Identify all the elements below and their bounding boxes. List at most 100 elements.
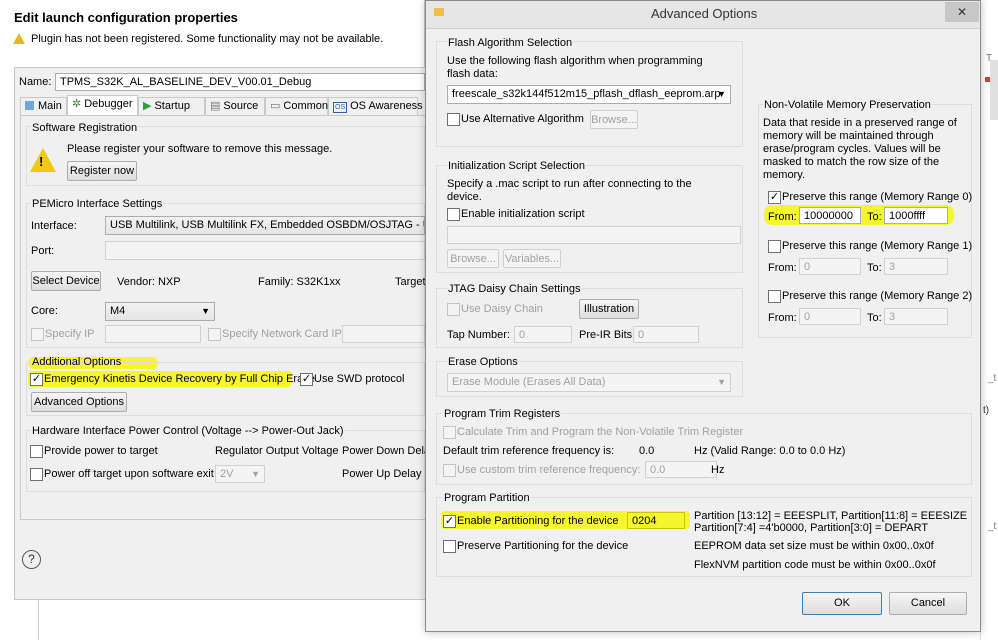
nvm-desc-1: Data that reside in a preserved range of (763, 117, 957, 129)
specify-network-label: Specify Network Card IP (222, 328, 342, 340)
erase-options-title: Erase Options (447, 355, 519, 369)
specify-ip-checkbox[interactable] (31, 328, 44, 341)
cancel-button[interactable]: Cancel (889, 592, 967, 615)
flash-algorithm-select[interactable]: freescale_s32k144f512m15_pflash_dflash_e… (447, 85, 731, 104)
tab-main[interactable]: Main (20, 97, 67, 115)
pre-ir-label: Pre-IR Bits: (579, 329, 636, 341)
select-device-button[interactable]: Select Device (31, 271, 101, 291)
preserve-range-0-label: Preserve this range (Memory Range 0) (782, 191, 973, 203)
port-select[interactable] (105, 241, 425, 260)
program-partition-title: Program Partition (443, 491, 531, 505)
provide-power-label: Provide power to target (44, 445, 158, 457)
partition-value-input[interactable]: 0204 (627, 512, 685, 529)
tab-startup[interactable]: ▶ Startup (138, 97, 205, 115)
voltage-select[interactable]: 2V ▼ (215, 465, 265, 483)
interface-settings-title: PEMicro Interface Settings (31, 197, 164, 211)
custom-trim-input[interactable]: 0.0 (645, 461, 717, 478)
illustration-button[interactable]: Illustration (579, 299, 639, 319)
enable-init-script-checkbox[interactable] (447, 208, 460, 221)
chevron-down-icon: ▼ (717, 377, 726, 387)
advanced-options-dialog: Advanced Options ✕ Flash Algorithm Selec… (425, 0, 981, 632)
default-trim-label: Default trim reference frequency is: (443, 445, 615, 457)
range-1-to-label: To: (867, 262, 882, 274)
bg-fragment-3: t) (983, 405, 990, 416)
preserve-range-2-label: Preserve this range (Memory Range 2) (782, 290, 973, 302)
flash-desc-1: Use the following flash algorithm when p… (447, 55, 703, 67)
preserve-range-1-checkbox[interactable] (768, 240, 781, 253)
nvm-desc-5: memory. (763, 169, 805, 181)
core-select[interactable]: M4 ▼ (105, 302, 215, 321)
power-up-label: Power Up Delay (342, 468, 422, 480)
nvm-desc-2: memory will be maintained through (763, 130, 934, 142)
init-script-input[interactable] (447, 226, 741, 244)
init-variables-button[interactable]: Variables... (503, 249, 561, 268)
trim-registers-title: Program Trim Registers (443, 407, 562, 421)
use-swd-checkbox[interactable]: ✓ (300, 373, 313, 386)
chevron-down-icon: ▼ (201, 306, 210, 316)
vendor-text: Vendor: NXP (117, 276, 181, 288)
range-0-to-input[interactable]: 1000ffff (884, 207, 948, 224)
erase-options-select[interactable]: Erase Module (Erases All Data) ▼ (447, 373, 731, 392)
bg-scrollbar[interactable] (990, 60, 998, 120)
chevron-down-icon: ▼ (251, 469, 260, 479)
emergency-recovery-checkbox[interactable]: ✓ (30, 373, 43, 386)
close-icon: ✕ (956, 5, 968, 19)
os-icon: OS (333, 102, 348, 113)
range-1-from-input[interactable]: 0 (799, 258, 861, 275)
enable-partitioning-checkbox[interactable]: ✓ (443, 515, 456, 528)
advanced-options-button[interactable]: Advanced Options (31, 392, 127, 412)
common-icon: ▭ (270, 100, 281, 112)
ok-button[interactable]: OK (802, 592, 882, 615)
range-0-from-input[interactable]: 10000000 (799, 207, 861, 224)
flash-browse-button[interactable]: Browse... (590, 110, 638, 129)
launch-config-dialog: Edit launch configuration properties Plu… (0, 0, 436, 600)
interface-label: Interface: (31, 220, 77, 232)
warning-icon (13, 33, 25, 44)
window-edge (38, 600, 39, 640)
init-browse-button[interactable]: Browse... (447, 249, 499, 268)
bg-fragment-2: _t (988, 373, 997, 384)
tab-os-awareness[interactable]: OS OS Awareness (328, 97, 423, 115)
ip-input[interactable] (105, 325, 201, 343)
custom-trim-checkbox[interactable] (443, 464, 456, 477)
tab-common[interactable]: ▭ Common (265, 97, 328, 115)
network-ip-input[interactable] (342, 325, 425, 343)
tab-source[interactable]: ▤ Source (205, 97, 265, 115)
preserve-range-2-checkbox[interactable] (768, 290, 781, 303)
close-button[interactable]: ✕ (945, 2, 979, 22)
partition-info-2: Partition[7:4] =4'b0000, Partition[3:0] … (694, 522, 929, 534)
pre-ir-input[interactable]: 0 (633, 326, 699, 343)
help-icon[interactable]: ? (22, 550, 41, 569)
preserve-partitioning-checkbox[interactable] (443, 540, 456, 553)
preserve-range-0-checkbox[interactable]: ✓ (768, 191, 781, 204)
specify-network-checkbox[interactable] (208, 328, 221, 341)
interface-select[interactable]: USB Multilink, USB Multilink FX, Embedde… (105, 216, 425, 235)
power-off-checkbox[interactable] (30, 468, 43, 481)
use-daisy-chain-checkbox[interactable] (447, 303, 460, 316)
use-daisy-chain-label: Use Daisy Chain (461, 303, 543, 315)
use-alt-algorithm-checkbox[interactable] (447, 113, 460, 126)
init-desc-2: device. (447, 191, 482, 203)
range-2-to-input[interactable]: 3 (884, 308, 948, 325)
register-now-button[interactable]: Register now (67, 161, 137, 181)
custom-trim-hz: Hz (711, 464, 725, 476)
range-2-to-label: To: (867, 312, 882, 324)
calc-trim-label: Calculate Trim and Program the Non-Volat… (457, 426, 744, 438)
range-2-from-input[interactable]: 0 (799, 308, 861, 325)
range-0-to-label: To: (867, 211, 882, 223)
partition-info-3: EEPROM data set size must be within 0x00… (694, 540, 934, 552)
play-icon: ▶ (143, 100, 152, 112)
provide-power-checkbox[interactable] (30, 445, 43, 458)
tap-number-input[interactable]: 0 (514, 326, 572, 343)
custom-trim-label: Use custom trim reference frequency: (457, 464, 641, 476)
calc-trim-checkbox[interactable] (443, 426, 456, 439)
range-1-to-input[interactable]: 3 (884, 258, 948, 275)
tab-debugger[interactable]: ✲ Debugger (67, 95, 138, 115)
emergency-recovery-label: Emergency Kinetis Device Recovery by Ful… (44, 373, 315, 385)
init-script-title: Initialization Script Selection (447, 159, 586, 173)
init-desc-1: Specify a .mac script to run after conne… (447, 178, 692, 190)
software-registration-title: Software Registration (31, 121, 139, 135)
config-name-input[interactable]: TPMS_S32K_AL_BASELINE_DEV_V00.01_Debug (55, 73, 425, 91)
target-text: Target (395, 276, 426, 288)
range-2-from-label: From: (768, 312, 797, 324)
